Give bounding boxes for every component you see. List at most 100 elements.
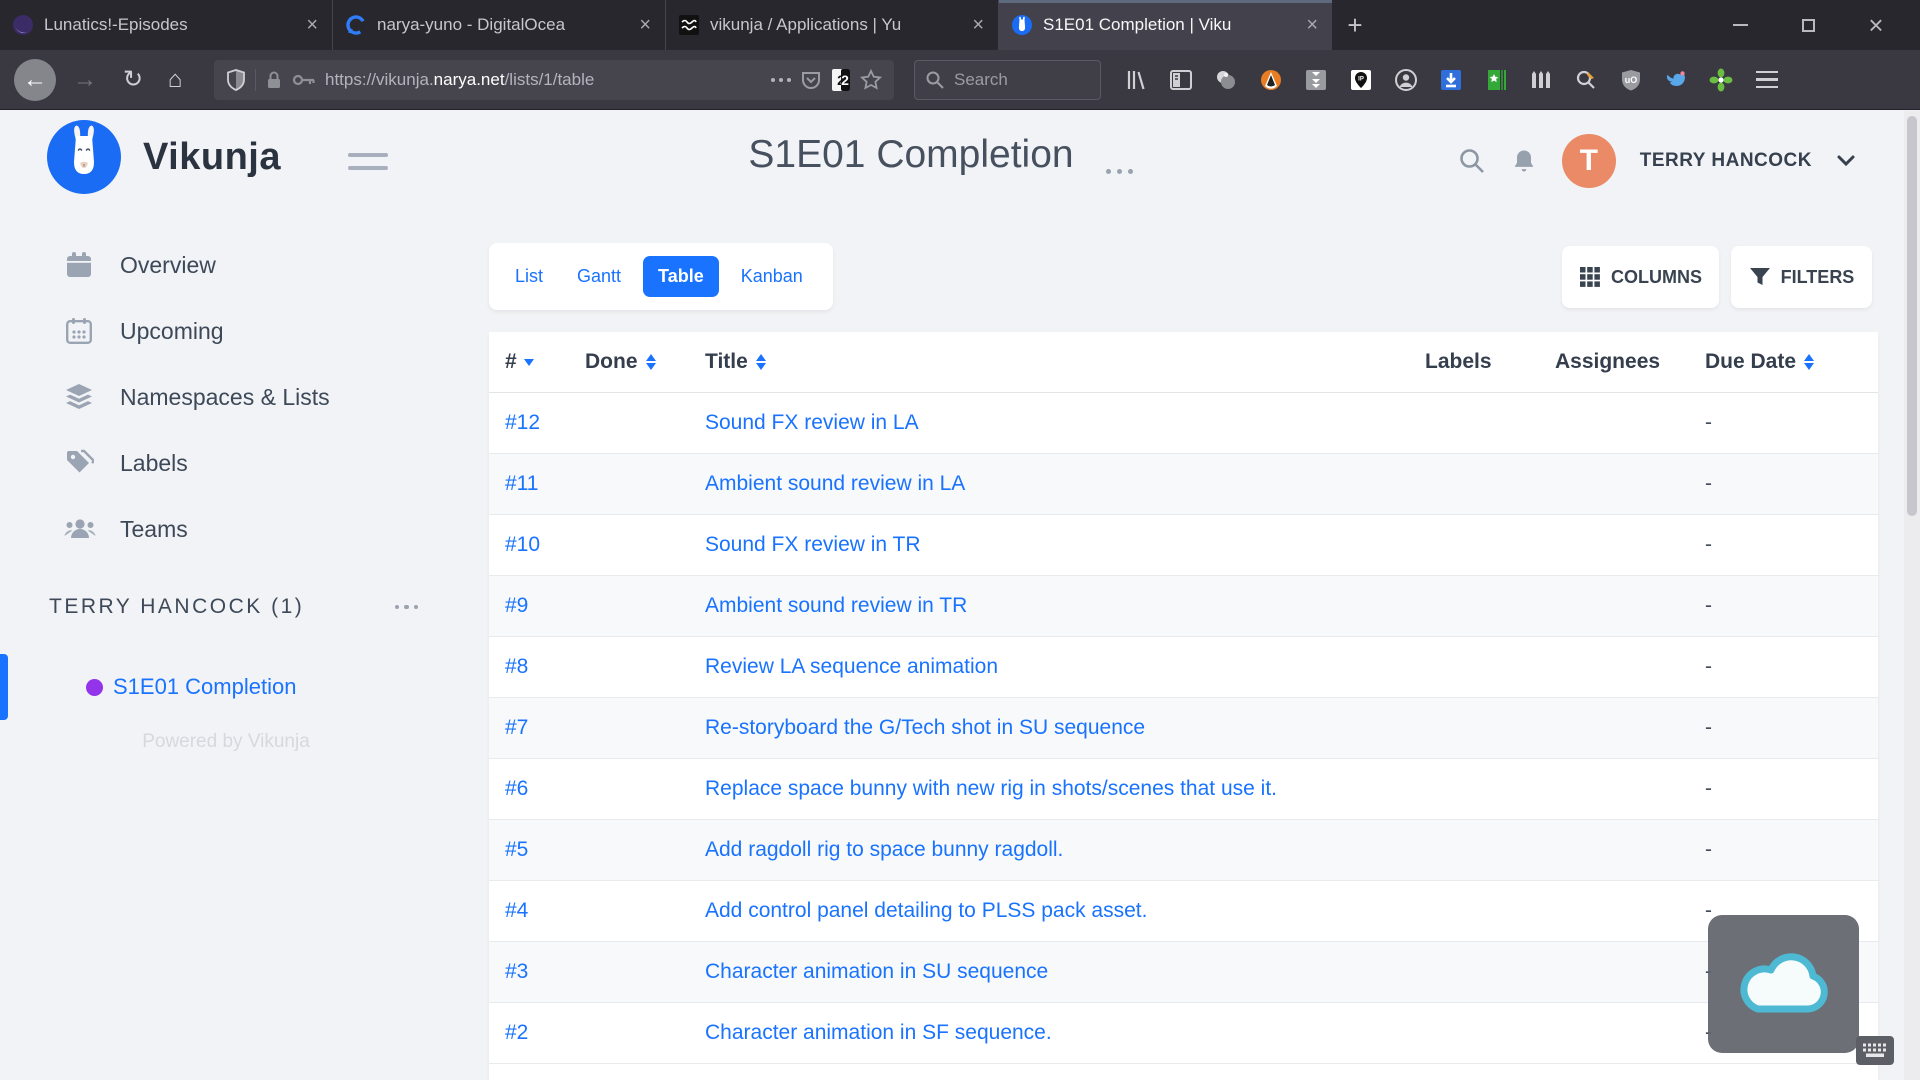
task-id-link[interactable]: #3 bbox=[505, 960, 528, 983]
spheres-icon[interactable] bbox=[1213, 67, 1239, 93]
browser-tab[interactable]: S1E01 Completion | Viku× bbox=[999, 0, 1332, 50]
task-title-cell[interactable]: Replace space bunny with new rig in shot… bbox=[689, 758, 1409, 819]
task-id-cell[interactable]: #7 bbox=[489, 697, 569, 758]
forward-button[interactable]: → bbox=[64, 59, 106, 101]
browser-tab[interactable]: vikunja / Applications | Yu× bbox=[666, 0, 999, 50]
task-title-link[interactable]: Add control panel detailing to PLSS pack… bbox=[705, 899, 1147, 922]
task-title-cell[interactable]: Sound FX review in LA bbox=[689, 392, 1409, 453]
task-id-link[interactable]: #12 bbox=[505, 411, 540, 434]
back-button[interactable]: ← bbox=[14, 59, 56, 101]
page-actions-icon[interactable] bbox=[771, 78, 791, 82]
task-id-link[interactable]: #9 bbox=[505, 594, 528, 617]
gray-downloader-icon[interactable] bbox=[1303, 67, 1329, 93]
task-title-link[interactable]: Character animation in SU sequence bbox=[705, 960, 1048, 983]
search-edit-icon[interactable] bbox=[1573, 67, 1599, 93]
task-id-cell[interactable]: #5 bbox=[489, 819, 569, 880]
task-title-cell[interactable]: Sound FX review in TR bbox=[689, 514, 1409, 575]
sidebar-item-namespaces-lists[interactable]: Namespaces & Lists bbox=[0, 364, 460, 430]
user-name[interactable]: TERRY HANCOCK bbox=[1640, 150, 1812, 172]
sidebar-item-upcoming[interactable]: Upcoming bbox=[0, 298, 460, 364]
task-id-cell[interactable]: #3 bbox=[489, 941, 569, 1002]
namespace-menu-icon[interactable] bbox=[389, 599, 425, 616]
task-title-cell[interactable]: Character animation in SU sequence bbox=[689, 941, 1409, 1002]
task-id-link[interactable]: #5 bbox=[505, 838, 528, 861]
task-id-cell[interactable]: #2 bbox=[489, 1002, 569, 1063]
green-flower-icon[interactable] bbox=[1708, 67, 1734, 93]
task-title-link[interactable]: Replace space bunny with new rig in shot… bbox=[705, 777, 1277, 800]
app-search-icon[interactable] bbox=[1458, 147, 1486, 175]
task-title-link[interactable]: Sound FX review in TR bbox=[705, 533, 921, 556]
task-id-link[interactable]: #2 bbox=[505, 1021, 528, 1044]
tab-close-icon[interactable]: × bbox=[304, 15, 320, 35]
task-id-link[interactable]: #6 bbox=[505, 777, 528, 800]
minimize-button[interactable] bbox=[1718, 7, 1762, 43]
task-id-link[interactable]: #4 bbox=[505, 899, 528, 922]
sidebar-item-teams[interactable]: Teams bbox=[0, 496, 460, 562]
task-id-cell[interactable]: #11 bbox=[489, 453, 569, 514]
fence-icon[interactable] bbox=[1528, 67, 1554, 93]
browser-tab[interactable]: Lunatics!-Episodes× bbox=[0, 0, 333, 50]
task-id-link[interactable]: #11 bbox=[505, 472, 538, 495]
library-icon[interactable] bbox=[1123, 67, 1149, 93]
sidebar-list-item[interactable]: S1E01 Completion bbox=[0, 654, 460, 720]
keyboard-icon[interactable] bbox=[1856, 1036, 1894, 1065]
task-title-link[interactable]: Re-storyboard the G/Tech shot in SU sequ… bbox=[705, 716, 1145, 739]
reload-button[interactable]: ↻ bbox=[112, 59, 154, 101]
menu-icon[interactable] bbox=[1750, 65, 1784, 95]
maximize-button[interactable] bbox=[1786, 7, 1830, 43]
filters-button[interactable]: FILTERS bbox=[1731, 246, 1872, 308]
task-title-link[interactable]: Ambient sound review in LA bbox=[705, 472, 965, 495]
chevron-down-icon[interactable] bbox=[1836, 154, 1856, 168]
badger-icon[interactable] bbox=[1258, 67, 1284, 93]
task-id-cell[interactable]: #4 bbox=[489, 880, 569, 941]
task-id-link[interactable]: #8 bbox=[505, 655, 528, 678]
sidebar-item-labels[interactable]: Labels bbox=[0, 430, 460, 496]
task-id-cell[interactable]: #8 bbox=[489, 636, 569, 697]
task-id-link[interactable]: #7 bbox=[505, 716, 528, 739]
task-title-link[interactable]: Character animation in SF sequence. bbox=[705, 1021, 1052, 1044]
tab-close-icon[interactable]: × bbox=[970, 15, 986, 35]
task-title-cell[interactable]: Re-storyboard the G/Tech shot in SU sequ… bbox=[689, 697, 1409, 758]
task-title-cell[interactable]: Ambient sound review in LA bbox=[689, 453, 1409, 514]
tab-close-icon[interactable]: × bbox=[1304, 15, 1320, 35]
ip-pin-icon[interactable]: IP bbox=[1348, 67, 1374, 93]
extension-badge-icon[interactable]: 22 bbox=[831, 68, 851, 92]
task-title-link[interactable]: Sound FX review in LA bbox=[705, 411, 919, 434]
sidebar-panel-icon[interactable] bbox=[1168, 67, 1194, 93]
pocket-icon[interactable] bbox=[800, 69, 822, 91]
blue-download-icon[interactable] bbox=[1438, 67, 1464, 93]
task-title-cell[interactable]: Character animation in SF sequence. bbox=[689, 1002, 1409, 1063]
bookmark-star-icon[interactable] bbox=[860, 69, 882, 91]
sidebar-item-overview[interactable]: Overview bbox=[0, 232, 460, 298]
green-bookmark-icon[interactable] bbox=[1483, 67, 1509, 93]
column-header-due-date[interactable]: Due Date bbox=[1689, 332, 1878, 392]
home-button[interactable]: ⌂ bbox=[154, 59, 196, 101]
task-title-link[interactable]: Add ragdoll rig to space bunny ragdoll. bbox=[705, 838, 1063, 861]
task-id-cell[interactable]: #12 bbox=[489, 392, 569, 453]
task-id-cell[interactable]: #6 bbox=[489, 758, 569, 819]
scrollbar-thumb[interactable] bbox=[1907, 116, 1917, 516]
task-title-cell[interactable]: Add control panel detailing to PLSS pack… bbox=[689, 880, 1409, 941]
close-button[interactable]: × bbox=[1854, 7, 1898, 43]
key-icon[interactable] bbox=[292, 73, 316, 87]
view-tab-gantt[interactable]: Gantt bbox=[565, 256, 633, 297]
url-text[interactable]: https://vikunja.narya.net/lists/1/table bbox=[325, 70, 762, 90]
bell-icon[interactable] bbox=[1510, 147, 1538, 175]
title-menu-icon[interactable] bbox=[1100, 163, 1139, 180]
task-title-cell[interactable]: Review LA sequence animation bbox=[689, 636, 1409, 697]
view-tab-table[interactable]: Table bbox=[643, 256, 719, 297]
column-header-title[interactable]: Title bbox=[689, 332, 1409, 392]
task-title-link[interactable]: Review LA sequence animation bbox=[705, 655, 998, 678]
gray-shield-icon[interactable]: uO bbox=[1618, 67, 1644, 93]
browser-tab[interactable]: narya-yuno - DigitalOcea× bbox=[333, 0, 666, 50]
view-tab-kanban[interactable]: Kanban bbox=[729, 256, 815, 297]
search-bar[interactable]: Search bbox=[914, 60, 1101, 100]
task-id-cell[interactable]: #10 bbox=[489, 514, 569, 575]
profile-icon[interactable] bbox=[1393, 67, 1419, 93]
bird-icon[interactable] bbox=[1663, 67, 1689, 93]
task-title-link[interactable]: Ambient sound review in TR bbox=[705, 594, 967, 617]
column-header-#[interactable]: # bbox=[489, 332, 569, 392]
avatar[interactable]: T bbox=[1562, 134, 1616, 188]
task-title-cell[interactable]: Add ragdoll rig to space bunny ragdoll. bbox=[689, 819, 1409, 880]
column-header-done[interactable]: Done bbox=[569, 332, 689, 392]
